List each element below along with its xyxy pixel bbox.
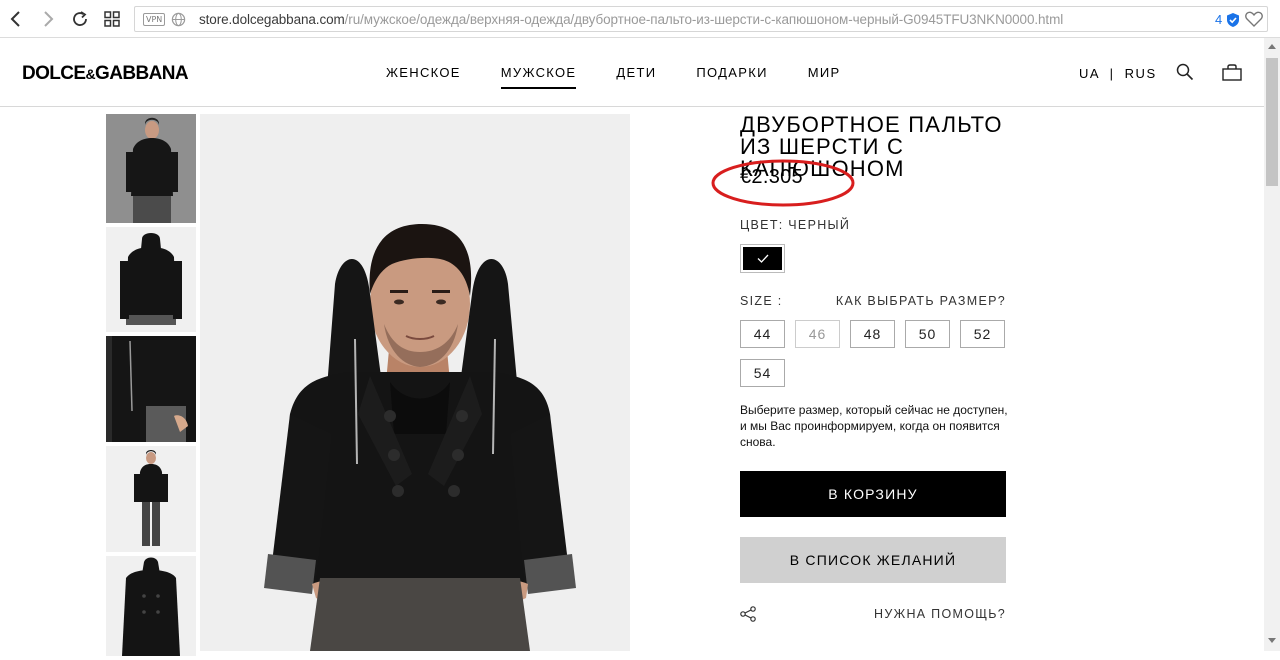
globe-icon [171, 12, 186, 27]
shopping-bag-icon[interactable] [1222, 64, 1242, 81]
forward-arrow-icon [44, 11, 54, 27]
product-price: €2.305 [740, 166, 803, 188]
color-swatch-black[interactable] [740, 244, 785, 273]
checkmark-icon [757, 254, 768, 263]
model-front-image [126, 117, 178, 223]
site-header: DOLCE&GABBANA ЖЕНСКОЕ МУЖСКОЕ ДЕТИ ПОДАР… [0, 39, 1264, 107]
coat-flat-image [122, 557, 180, 656]
nav-item-men[interactable]: МУЖСКОЕ [500, 65, 577, 89]
back-arrow-icon [10, 11, 20, 27]
size-option-52[interactable]: 52 [960, 320, 1005, 348]
need-help-link[interactable]: НУЖНА ПОМОЩЬ? [874, 607, 1006, 621]
model-back-image [120, 233, 182, 325]
nav-item-kids[interactable]: ДЕТИ [616, 65, 656, 89]
main-navigation: ЖЕНСКОЕ МУЖСКОЕ ДЕТИ ПОДАРКИ МИР [386, 65, 880, 89]
logo-gabbana: GABBANA [95, 63, 189, 84]
thumbnail-full-look[interactable] [106, 446, 196, 552]
reload-button[interactable] [69, 8, 91, 30]
add-to-wishlist-button[interactable]: В СПИСОК ЖЕЛАНИЙ [740, 537, 1006, 583]
language-switcher[interactable]: UA | RUS [1079, 66, 1157, 81]
model-full-image [134, 450, 168, 546]
main-product-image[interactable] [200, 114, 630, 651]
scroll-up-icon[interactable] [1268, 44, 1276, 49]
size-option-48[interactable]: 48 [850, 320, 895, 348]
nav-item-world[interactable]: МИР [808, 65, 841, 89]
size-label: SIZE : [740, 294, 783, 308]
size-option-44[interactable]: 44 [740, 320, 785, 348]
url-host: store.dolcegabbana.com [199, 12, 345, 27]
scroll-down-icon[interactable] [1268, 638, 1276, 643]
brand-logo[interactable]: DOLCE&GABBANA [22, 63, 189, 85]
coat-detail-image [106, 336, 196, 442]
size-option-50[interactable]: 50 [905, 320, 950, 348]
logo-ampersand: & [85, 66, 96, 82]
size-option-46[interactable]: 46 [795, 320, 840, 348]
url-text[interactable]: store.dolcegabbana.com/ru/мужское/одежда… [199, 12, 1063, 27]
grid-icon [104, 11, 120, 27]
back-button[interactable] [5, 8, 27, 30]
size-guide-link[interactable]: КАК ВЫБРАТЬ РАЗМЕР? [836, 294, 1006, 308]
thumbnail-back[interactable] [106, 227, 196, 332]
scrollbar-thumb[interactable] [1266, 58, 1278, 186]
extension-count[interactable]: 4 [1215, 12, 1222, 27]
vpn-badge[interactable]: VPN [143, 13, 166, 26]
heart-icon[interactable] [1245, 11, 1263, 27]
color-label: ЦВЕТ: ЧЕРНЫЙ [740, 218, 851, 232]
model-wearing-coat-image [264, 224, 576, 651]
size-notify-note: Выберите размер, который сейчас не досту… [740, 403, 1008, 449]
page-scrollbar[interactable] [1264, 38, 1280, 651]
logo-dolce: DOLCE [22, 63, 86, 84]
add-to-cart-button[interactable]: В КОРЗИНУ [740, 471, 1006, 517]
reload-icon [73, 11, 87, 26]
share-icon[interactable] [740, 606, 756, 622]
nav-item-gifts[interactable]: ПОДАРКИ [696, 65, 767, 89]
thumbnail-gallery [106, 114, 196, 660]
thumbnail-flat[interactable] [106, 556, 196, 656]
nav-item-women[interactable]: ЖЕНСКОЕ [386, 65, 461, 89]
size-option-54[interactable]: 54 [740, 359, 785, 387]
url-path: /ru/мужское/одежда/верхняя-одежда/двубор… [344, 12, 1064, 27]
forward-button[interactable] [37, 8, 59, 30]
search-icon[interactable] [1176, 63, 1194, 81]
browser-toolbar: VPN store.dolcegabbana.com/ru/мужское/од… [0, 0, 1280, 38]
thumbnail-front[interactable] [106, 114, 196, 223]
product-details: ДВУБОРТНОЕ ПАЛЬТО ИЗ ШЕРСТИ С КАПЮШОНОМ … [711, 114, 1008, 622]
tabs-grid-button[interactable] [101, 8, 123, 30]
address-bar[interactable]: VPN store.dolcegabbana.com/ru/мужское/од… [134, 6, 1268, 32]
shield-check-icon[interactable] [1226, 12, 1240, 28]
swatch-fill [743, 247, 782, 270]
thumbnail-detail[interactable] [106, 336, 196, 442]
